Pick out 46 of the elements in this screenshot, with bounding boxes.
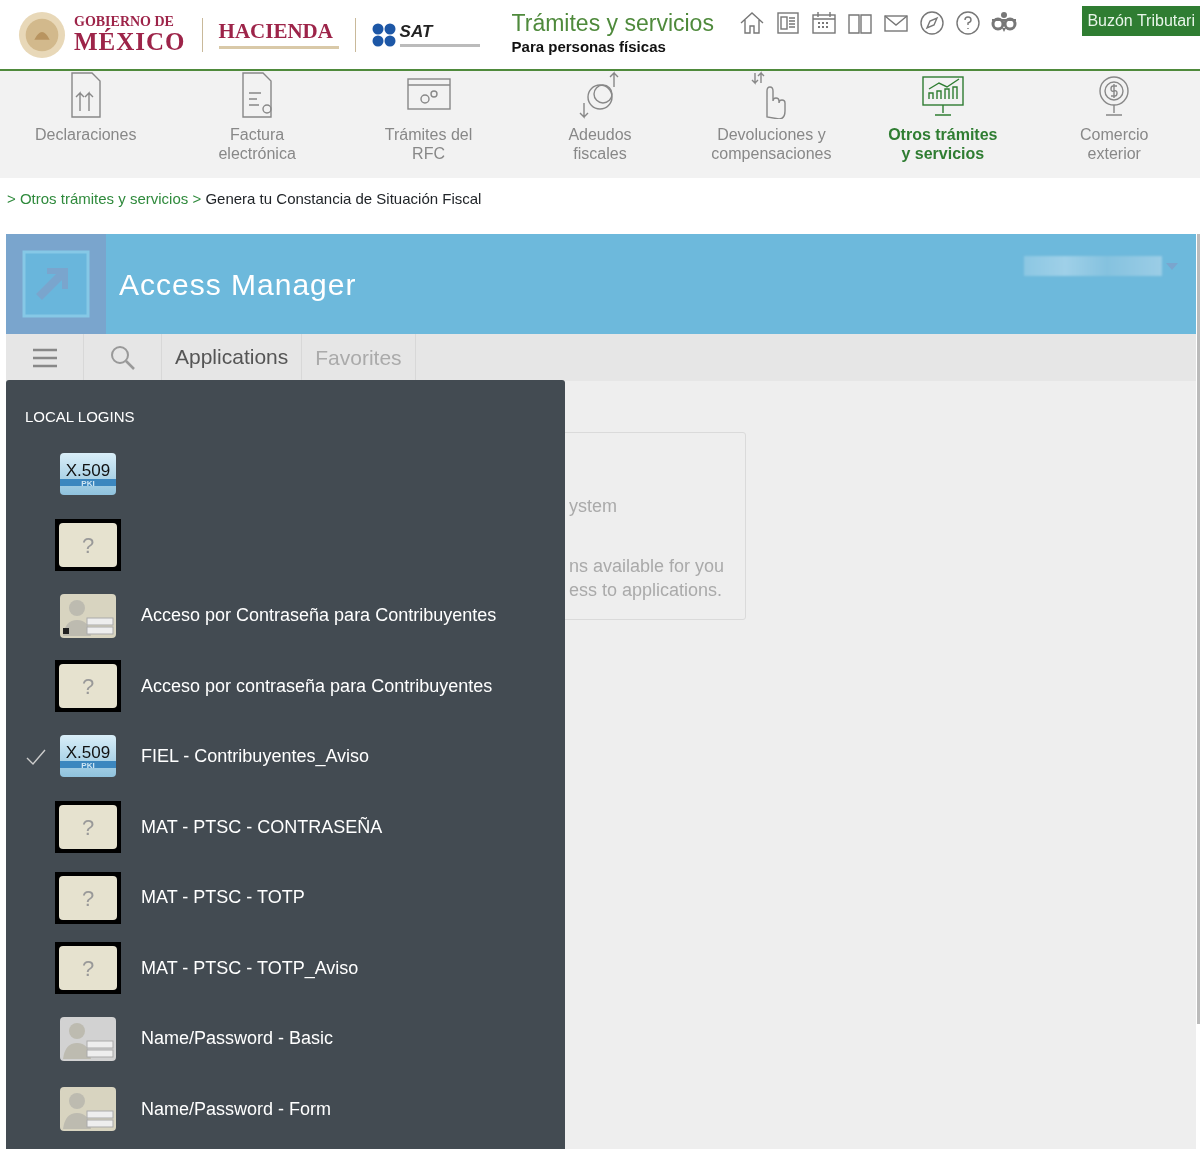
nav-item[interactable]: Comercio exterior	[1028, 71, 1200, 164]
compass-icon[interactable]	[917, 8, 946, 37]
card-text: ystem	[569, 495, 617, 518]
logo-text: SAT	[399, 22, 435, 40]
login-option[interactable]: ? MAT - PTSC - TOTP_Aviso	[25, 933, 565, 1004]
section-heading: LOCAL LOGINS	[25, 407, 136, 427]
nav-item[interactable]: Adeudos fiscales	[514, 71, 686, 164]
help-icon[interactable]	[953, 8, 982, 37]
login-option[interactable]: ? Acceso por contraseña para Contribuyentes	[25, 651, 565, 722]
breadcrumb-link[interactable]: Otros trámites y servicios	[19, 190, 189, 207]
nav-item[interactable]: Declaraciones	[0, 71, 172, 145]
seal-icon	[18, 10, 66, 59]
mailbox-button[interactable]: Buzón Tributari	[1082, 5, 1200, 36]
logo-text: MÉXICO	[74, 29, 186, 54]
login-option[interactable]: X.509 PKI FIEL - Contribuyentes_Aviso	[25, 721, 565, 792]
breadcrumb-current: Genera tu Constancia de Situación Fiscal	[205, 190, 482, 207]
login-option[interactable]: ? MAT - PTSC - TOTP	[25, 862, 565, 933]
nav-item[interactable]: Trámites del RFC	[342, 71, 515, 164]
arrow-square-icon	[22, 250, 90, 318]
site-subtitle: Para personas físicas	[511, 36, 667, 57]
unknown-login-icon: ?	[55, 942, 121, 995]
unknown-login-icon: ?	[55, 801, 121, 854]
breadcrumb-separator: >	[7, 190, 16, 207]
unknown-login-icon: ?	[55, 871, 121, 924]
logo-underline-icon	[399, 43, 480, 47]
nav-item[interactable]: Factura electrónica	[171, 71, 343, 164]
nav-item[interactable]: Devoluciones y compensaciones	[685, 71, 858, 164]
login-option[interactable]: Name/Password - Basic	[25, 1003, 565, 1074]
login-option[interactable]: Name/Password - Form	[25, 1074, 565, 1145]
logo-underline-icon	[218, 45, 339, 49]
nav-item[interactable]: Otros trámites y servicios	[857, 71, 1029, 164]
logo-text: HACIENDA	[218, 20, 334, 42]
menu-icon[interactable]	[31, 347, 58, 368]
search-icon[interactable]	[109, 344, 136, 371]
unknown-login-icon: ?	[55, 519, 121, 572]
login-option[interactable]: Acceso por Contraseña para Contribuyentes	[25, 580, 565, 651]
card-text: ns available for you	[569, 555, 725, 578]
login-option[interactable]: ? MAT - PTSC - CONTRASEÑA	[25, 792, 565, 863]
site-title: Trámites y servicios	[511, 10, 714, 36]
logo-text: GOBIERNO DE	[74, 15, 174, 29]
sat-logo-icon	[371, 22, 396, 47]
breadcrumb-separator: >	[192, 190, 202, 207]
login-option[interactable]: X.509 PKI	[25, 439, 565, 510]
unknown-login-icon: ?	[55, 660, 121, 713]
app-title: Access Manager	[118, 266, 357, 303]
card-text: ess to applications.	[569, 579, 723, 602]
